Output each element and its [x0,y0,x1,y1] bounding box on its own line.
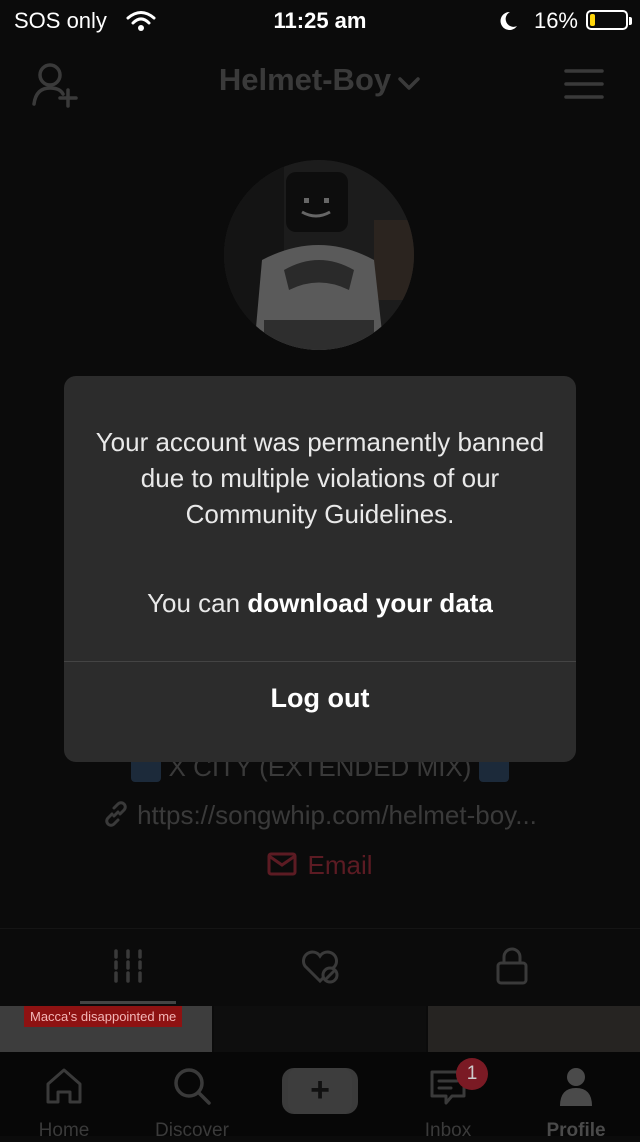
nav-discover-label: Discover [155,1120,229,1141]
nav-inbox-label: Inbox [424,1120,472,1141]
battery-fill [590,14,595,26]
private-lock-icon[interactable] [496,947,528,990]
video-thumbnail[interactable] [214,1006,426,1056]
search-icon [172,1066,212,1111]
moon-icon [498,10,518,37]
mail-icon [267,852,297,883]
ban-message: Your account was permanently banned due … [95,427,545,529]
thumbnail-caption: Macca's disappointed me [24,1006,183,1027]
download-data-prefix: You can [147,588,248,618]
chevron-down-icon [397,64,421,100]
email-button[interactable]: Email [0,850,640,883]
avatar[interactable] [224,160,414,350]
menu-icon[interactable] [564,68,604,105]
ban-dialog: Your account was permanently banned due … [64,376,576,762]
profile-icon [558,1066,594,1111]
create-video-button[interactable]: + [278,1068,362,1114]
battery-percent: 16% [533,8,578,33]
profile-link[interactable]: https://songwhip.com/helmet-boy... [0,800,640,834]
nav-home-label: Home [38,1120,90,1141]
plus-icon: + [288,1068,352,1114]
inbox-badge: 1 [456,1058,488,1090]
home-icon [44,1066,84,1111]
liked-hidden-icon[interactable] [300,949,342,990]
profile-tabs [0,928,640,1007]
status-bar: SOS only 11:25 am 16% [0,0,640,44]
link-text: https://songwhip.com/helmet-boy... [137,800,537,830]
video-thumbnail[interactable] [428,1006,640,1056]
username-text: Helmet-Boy [218,62,392,97]
link-icon [103,800,129,834]
download-data-line: You can download your data [64,588,576,619]
logout-button[interactable]: Log out [64,662,576,762]
videos-grid-icon[interactable] [112,949,144,988]
battery-icon [586,10,632,30]
active-tab-indicator [80,1001,176,1004]
profile-header: Helmet-Boy [0,50,640,120]
email-text: Email [307,850,373,880]
download-data-link[interactable]: download your data [247,588,493,618]
nav-profile-label: Profile [546,1120,606,1141]
username-switcher[interactable]: Helmet-Boy [0,62,640,100]
bottom-nav: Home Discover + Inbox Profile [0,1052,640,1141]
